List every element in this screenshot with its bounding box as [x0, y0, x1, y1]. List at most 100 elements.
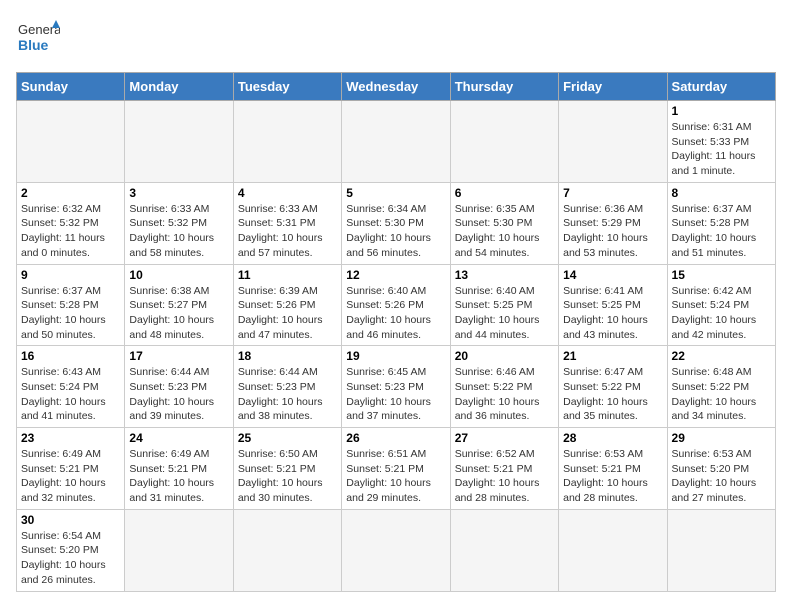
calendar-cell: 8 Sunrise: 6:37 AM Sunset: 5:28 PM Daylig… — [667, 182, 775, 264]
calendar-table: SundayMondayTuesdayWednesdayThursdayFrid… — [16, 72, 776, 592]
calendar-cell: 11 Sunrise: 6:39 AM Sunset: 5:26 PM Dayli… — [233, 264, 341, 346]
day-info: Sunrise: 6:54 AM Sunset: 5:20 PM Dayligh… — [21, 529, 120, 588]
day-number: 2 — [21, 186, 120, 200]
day-number: 16 — [21, 349, 120, 363]
calendar-cell: 6 Sunrise: 6:35 AM Sunset: 5:30 PM Daylig… — [450, 182, 558, 264]
day-number: 20 — [455, 349, 554, 363]
day-info: Sunrise: 6:39 AM Sunset: 5:26 PM Dayligh… — [238, 284, 337, 343]
day-info: Sunrise: 6:50 AM Sunset: 5:21 PM Dayligh… — [238, 447, 337, 506]
day-number: 25 — [238, 431, 337, 445]
dow-monday: Monday — [125, 73, 233, 101]
calendar-cell — [125, 101, 233, 183]
day-info: Sunrise: 6:40 AM Sunset: 5:26 PM Dayligh… — [346, 284, 445, 343]
day-number: 6 — [455, 186, 554, 200]
calendar-cell: 30Sunrise: 6:54 AM Sunset: 5:20 PM Dayli… — [17, 509, 125, 591]
day-number: 18 — [238, 349, 337, 363]
calendar-cell — [233, 509, 341, 591]
day-info: Sunrise: 6:43 AM Sunset: 5:24 PM Dayligh… — [21, 365, 120, 424]
calendar-cell: 24Sunrise: 6:49 AM Sunset: 5:21 PM Dayli… — [125, 428, 233, 510]
day-info: Sunrise: 6:42 AM Sunset: 5:24 PM Dayligh… — [672, 284, 771, 343]
day-info: Sunrise: 6:53 AM Sunset: 5:20 PM Dayligh… — [672, 447, 771, 506]
day-number: 29 — [672, 431, 771, 445]
day-info: Sunrise: 6:36 AM Sunset: 5:29 PM Dayligh… — [563, 202, 662, 261]
day-number: 17 — [129, 349, 228, 363]
calendar-cell: 22 Sunrise: 6:48 AM Sunset: 5:22 PM Dayli… — [667, 346, 775, 428]
day-info: Sunrise: 6:44 AM Sunset: 5:23 PM Dayligh… — [129, 365, 228, 424]
day-info: Sunrise: 6:45 AM Sunset: 5:23 PM Dayligh… — [346, 365, 445, 424]
logo: General Blue — [16, 16, 60, 60]
calendar-cell: 29 Sunrise: 6:53 AM Sunset: 5:20 PM Dayli… — [667, 428, 775, 510]
calendar-cell: 5Sunrise: 6:34 AM Sunset: 5:30 PM Daylig… — [342, 182, 450, 264]
day-info: Sunrise: 6:40 AM Sunset: 5:25 PM Dayligh… — [455, 284, 554, 343]
day-number: 13 — [455, 268, 554, 282]
calendar-cell: 20 Sunrise: 6:46 AM Sunset: 5:22 PM Dayli… — [450, 346, 558, 428]
dow-tuesday: Tuesday — [233, 73, 341, 101]
calendar-cell: 19Sunrise: 6:45 AM Sunset: 5:23 PM Dayli… — [342, 346, 450, 428]
logo-svg: General Blue — [16, 16, 60, 60]
calendar-cell — [17, 101, 125, 183]
day-number: 5 — [346, 186, 445, 200]
day-info: Sunrise: 6:48 AM Sunset: 5:22 PM Dayligh… — [672, 365, 771, 424]
calendar-week-4: 23 Sunrise: 6:49 AM Sunset: 5:21 PM Dayli… — [17, 428, 776, 510]
day-info: Sunrise: 6:35 AM Sunset: 5:30 PM Dayligh… — [455, 202, 554, 261]
day-info: Sunrise: 6:53 AM Sunset: 5:21 PM Dayligh… — [563, 447, 662, 506]
calendar-cell — [559, 101, 667, 183]
calendar-cell: 25 Sunrise: 6:50 AM Sunset: 5:21 PM Dayli… — [233, 428, 341, 510]
calendar-cell — [233, 101, 341, 183]
day-number: 12 — [346, 268, 445, 282]
day-number: 21 — [563, 349, 662, 363]
day-number: 15 — [672, 268, 771, 282]
day-info: Sunrise: 6:52 AM Sunset: 5:21 PM Dayligh… — [455, 447, 554, 506]
calendar-cell: 3Sunrise: 6:33 AM Sunset: 5:32 PM Daylig… — [125, 182, 233, 264]
day-number: 23 — [21, 431, 120, 445]
day-info: Sunrise: 6:31 AM Sunset: 5:33 PM Dayligh… — [672, 120, 771, 179]
header: General Blue — [16, 16, 776, 60]
day-info: Sunrise: 6:41 AM Sunset: 5:25 PM Dayligh… — [563, 284, 662, 343]
calendar-cell: 23 Sunrise: 6:49 AM Sunset: 5:21 PM Dayli… — [17, 428, 125, 510]
day-number: 4 — [238, 186, 337, 200]
day-info: Sunrise: 6:37 AM Sunset: 5:28 PM Dayligh… — [21, 284, 120, 343]
day-number: 22 — [672, 349, 771, 363]
day-info: Sunrise: 6:49 AM Sunset: 5:21 PM Dayligh… — [21, 447, 120, 506]
dow-saturday: Saturday — [667, 73, 775, 101]
calendar-week-5: 30Sunrise: 6:54 AM Sunset: 5:20 PM Dayli… — [17, 509, 776, 591]
dow-wednesday: Wednesday — [342, 73, 450, 101]
calendar-cell: 27 Sunrise: 6:52 AM Sunset: 5:21 PM Dayli… — [450, 428, 558, 510]
calendar-cell — [450, 509, 558, 591]
day-number: 10 — [129, 268, 228, 282]
day-number: 7 — [563, 186, 662, 200]
calendar-week-2: 9Sunrise: 6:37 AM Sunset: 5:28 PM Daylig… — [17, 264, 776, 346]
calendar-cell: 4Sunrise: 6:33 AM Sunset: 5:31 PM Daylig… — [233, 182, 341, 264]
calendar-cell: 14Sunrise: 6:41 AM Sunset: 5:25 PM Dayli… — [559, 264, 667, 346]
day-info: Sunrise: 6:51 AM Sunset: 5:21 PM Dayligh… — [346, 447, 445, 506]
calendar-cell: 15 Sunrise: 6:42 AM Sunset: 5:24 PM Dayli… — [667, 264, 775, 346]
calendar-cell — [342, 509, 450, 591]
calendar-cell: 28 Sunrise: 6:53 AM Sunset: 5:21 PM Dayli… — [559, 428, 667, 510]
calendar-cell: 7 Sunrise: 6:36 AM Sunset: 5:29 PM Daylig… — [559, 182, 667, 264]
svg-text:General: General — [18, 22, 60, 37]
calendar-cell: 21 Sunrise: 6:47 AM Sunset: 5:22 PM Dayli… — [559, 346, 667, 428]
day-number: 28 — [563, 431, 662, 445]
day-number: 24 — [129, 431, 228, 445]
day-info: Sunrise: 6:33 AM Sunset: 5:32 PM Dayligh… — [129, 202, 228, 261]
calendar-cell: 26 Sunrise: 6:51 AM Sunset: 5:21 PM Dayli… — [342, 428, 450, 510]
day-info: Sunrise: 6:47 AM Sunset: 5:22 PM Dayligh… — [563, 365, 662, 424]
calendar-cell — [559, 509, 667, 591]
calendar-cell: 1 Sunrise: 6:31 AM Sunset: 5:33 PM Daylig… — [667, 101, 775, 183]
day-number: 11 — [238, 268, 337, 282]
calendar-cell: 13 Sunrise: 6:40 AM Sunset: 5:25 PM Dayli… — [450, 264, 558, 346]
day-number: 27 — [455, 431, 554, 445]
dow-sunday: Sunday — [17, 73, 125, 101]
day-info: Sunrise: 6:46 AM Sunset: 5:22 PM Dayligh… — [455, 365, 554, 424]
day-number: 1 — [672, 104, 771, 118]
dow-friday: Friday — [559, 73, 667, 101]
day-info: Sunrise: 6:37 AM Sunset: 5:28 PM Dayligh… — [672, 202, 771, 261]
calendar-cell — [667, 509, 775, 591]
day-info: Sunrise: 6:38 AM Sunset: 5:27 PM Dayligh… — [129, 284, 228, 343]
calendar-cell: 2Sunrise: 6:32 AM Sunset: 5:32 PM Daylig… — [17, 182, 125, 264]
calendar-cell — [342, 101, 450, 183]
calendar-cell — [125, 509, 233, 591]
calendar-cell: 12 Sunrise: 6:40 AM Sunset: 5:26 PM Dayli… — [342, 264, 450, 346]
day-number: 26 — [346, 431, 445, 445]
day-number: 8 — [672, 186, 771, 200]
